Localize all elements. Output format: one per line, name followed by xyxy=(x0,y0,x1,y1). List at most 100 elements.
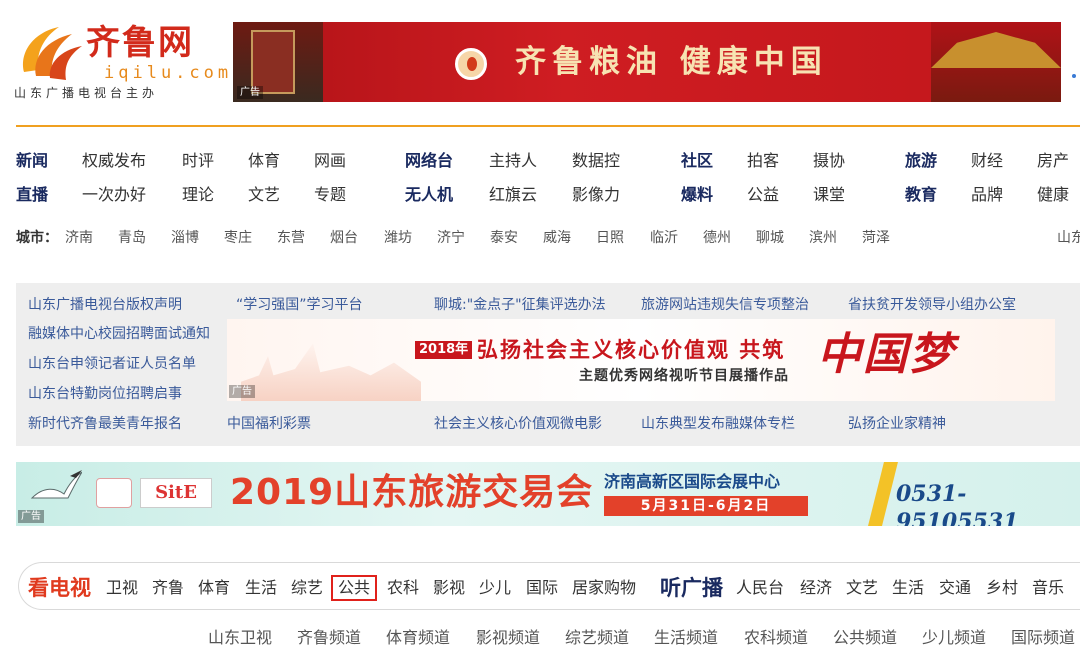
watch-tv-heading[interactable]: 看电视 xyxy=(28,576,91,600)
city-item[interactable]: 潍坊 xyxy=(384,229,412,247)
notice-link[interactable]: 山东广播电视台版权声明 xyxy=(28,296,182,314)
listen-radio-heading[interactable]: 听广播 xyxy=(660,576,723,600)
notice-link[interactable]: 社会主义核心价值观微电影 xyxy=(434,415,602,433)
site-logo[interactable]: 齐鲁网 iqilu.com 山东广播电视台主办 xyxy=(14,20,228,104)
tourism-expo-phone: 0531-95105531 xyxy=(896,481,1019,526)
nav-realestate[interactable]: 房产 xyxy=(1037,151,1069,171)
nav-one-stop[interactable]: 一次办好 xyxy=(82,185,146,205)
nav-authoritative[interactable]: 权威发布 xyxy=(82,151,146,171)
notice-link[interactable]: 融媒体中心校园招聘面试通知 xyxy=(28,325,210,343)
city-item[interactable]: 枣庄 xyxy=(224,229,252,247)
city-item[interactable]: 聊城 xyxy=(756,229,784,247)
nav-hosts[interactable]: 主持人 xyxy=(489,151,537,171)
notice-link[interactable]: 中国福利彩票 xyxy=(227,415,311,433)
channel-link[interactable]: 农科频道 xyxy=(744,628,808,648)
channel-link[interactable]: 国际频道 xyxy=(1011,628,1075,648)
tv-item[interactable]: 体育 xyxy=(198,578,230,598)
tv-item[interactable]: 卫视 xyxy=(106,578,138,598)
radio-item[interactable]: 乡村 xyxy=(986,578,1018,598)
nav-special[interactable]: 专题 xyxy=(314,185,346,205)
notice-link[interactable]: 聊城:"金点子"征集评选办法 xyxy=(434,296,606,314)
radio-item[interactable]: 交通 xyxy=(939,578,971,598)
tv-item[interactable]: 影视 xyxy=(433,578,465,598)
city-item[interactable]: 济宁 xyxy=(437,229,465,247)
tv-item[interactable]: 少儿 xyxy=(479,578,511,598)
notice-link[interactable]: 省扶贫开发领导小组办公室 xyxy=(848,296,1016,314)
nav-photo[interactable]: 摄协 xyxy=(813,151,845,171)
nav-education[interactable]: 教育 xyxy=(905,185,937,205)
tv-item-selected[interactable]: 公共 xyxy=(330,575,378,601)
channel-link[interactable]: 体育频道 xyxy=(386,628,450,648)
tv-item[interactable]: 齐鲁 xyxy=(152,578,184,598)
nav-tipoff[interactable]: 爆料 xyxy=(681,185,713,205)
nav-classroom[interactable]: 课堂 xyxy=(813,185,845,205)
nav-community[interactable]: 社区 xyxy=(681,151,713,171)
banner-subtitle: 主题优秀网络视听节目展播作品 xyxy=(579,368,789,384)
city-item[interactable]: 青岛 xyxy=(118,229,146,247)
nav-cartoon[interactable]: 网画 xyxy=(314,151,346,171)
notice-link[interactable]: 旅游网站违规失信专项整治 xyxy=(641,296,809,314)
channel-link[interactable]: 齐鲁频道 xyxy=(297,628,361,648)
city-item[interactable]: 滨州 xyxy=(809,229,837,247)
notice-link[interactable]: 新时代齐鲁最美青年报名 xyxy=(28,415,182,433)
notice-link[interactable]: 山东典型发布融媒体专栏 xyxy=(641,415,795,433)
city-item[interactable]: 菏泽 xyxy=(862,229,890,247)
core-values-banner-ad[interactable]: 广告 2018年 弘扬社会主义核心价值观 共筑 主题优秀网络视听节目展播作品 中… xyxy=(227,319,1055,401)
nav-sports[interactable]: 体育 xyxy=(248,151,280,171)
nav-brand[interactable]: 品牌 xyxy=(971,185,1003,205)
radio-item[interactable]: 人民台 xyxy=(736,578,784,598)
radio-item[interactable]: 音乐 xyxy=(1032,578,1064,598)
nav-live[interactable]: 直播 xyxy=(16,185,48,205)
nav-news[interactable]: 新闻 xyxy=(16,151,48,171)
ad-label: 广告 xyxy=(229,385,255,398)
radio-item[interactable]: 生活 xyxy=(892,578,924,598)
tourism-expo-date: 5月31日-6月2日 xyxy=(604,496,808,516)
tv-item[interactable]: 国际 xyxy=(526,578,558,598)
channel-link[interactable]: 山东卫视 xyxy=(208,628,272,648)
channel-link[interactable]: 公共频道 xyxy=(833,628,897,648)
radio-item[interactable]: 文艺 xyxy=(846,578,878,598)
city-skyline-image xyxy=(241,343,421,401)
city-item[interactable]: 临沂 xyxy=(650,229,678,247)
channel-link[interactable]: 少儿频道 xyxy=(922,628,986,648)
city-item[interactable]: 济南 xyxy=(65,229,93,247)
nav-charity[interactable]: 公益 xyxy=(747,185,779,205)
city-item[interactable]: 淄博 xyxy=(171,229,199,247)
tv-item[interactable]: 综艺 xyxy=(291,578,323,598)
city-item[interactable]: 日照 xyxy=(596,229,624,247)
nav-drone[interactable]: 无人机 xyxy=(405,185,453,205)
tv-item[interactable]: 农科 xyxy=(387,578,419,598)
city-item[interactable]: 东营 xyxy=(277,229,305,247)
nav-commentary[interactable]: 时评 xyxy=(182,151,214,171)
nav-health[interactable]: 健康 xyxy=(1037,185,1069,205)
nav-paike[interactable]: 拍客 xyxy=(747,151,779,171)
channel-link[interactable]: 生活频道 xyxy=(654,628,718,648)
nav-image-power[interactable]: 影像力 xyxy=(572,185,620,205)
notice-link[interactable]: “学习强国”学习平台 xyxy=(236,296,363,314)
tv-item[interactable]: 居家购物 xyxy=(572,578,636,598)
tourism-expo-banner-ad[interactable]: 广告 SitE 2019山东旅游交易会 济南高新区国际会展中心 5月31日-6月… xyxy=(16,462,1080,526)
nav-web-tv[interactable]: 网络台 xyxy=(405,151,453,171)
notice-link[interactable]: 弘扬企业家精神 xyxy=(848,415,946,433)
top-banner-text: 齐鲁粮油 健康中国 xyxy=(515,44,828,80)
channel-link[interactable]: 综艺频道 xyxy=(565,628,629,648)
header-divider xyxy=(16,125,1080,127)
channel-link[interactable]: 影视频道 xyxy=(476,628,540,648)
city-item-shandong[interactable]: 山东 xyxy=(1057,229,1080,247)
top-banner-ad[interactable]: 广告 齐鲁粮油 健康中国 xyxy=(233,22,1061,102)
nav-data[interactable]: 数据控 xyxy=(572,151,620,171)
nav-travel[interactable]: 旅游 xyxy=(905,151,937,171)
nav-arts[interactable]: 文艺 xyxy=(248,185,280,205)
city-item[interactable]: 烟台 xyxy=(330,229,358,247)
city-item[interactable]: 德州 xyxy=(703,229,731,247)
tv-item[interactable]: 生活 xyxy=(245,578,277,598)
nav-hongqi[interactable]: 红旗云 xyxy=(489,185,537,205)
city-item[interactable]: 威海 xyxy=(543,229,571,247)
banner-year-badge: 2018年 xyxy=(415,341,473,359)
notice-link[interactable]: 山东台特勤岗位招聘启事 xyxy=(28,385,182,403)
city-item[interactable]: 泰安 xyxy=(490,229,518,247)
radio-item[interactable]: 经济 xyxy=(800,578,832,598)
notice-link[interactable]: 山东台申领记者证人员名单 xyxy=(28,355,196,373)
nav-theory[interactable]: 理论 xyxy=(182,185,214,205)
nav-finance[interactable]: 财经 xyxy=(971,151,1003,171)
